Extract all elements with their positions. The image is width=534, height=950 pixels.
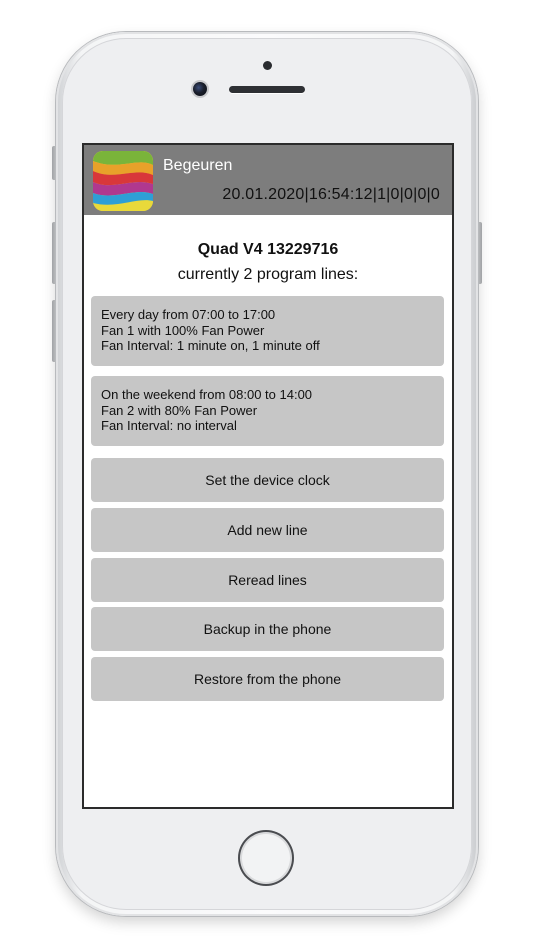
earpiece-speaker bbox=[229, 86, 305, 93]
program-count-text: currently 2 program lines: bbox=[177, 266, 359, 283]
set-device-clock-button[interactable]: Set the device clock bbox=[91, 458, 444, 502]
program-line-card[interactable]: Every day from 07:00 to 17:00 Fan 1 with… bbox=[91, 296, 444, 366]
program-interval: Fan Interval: no interval bbox=[101, 418, 237, 433]
colorful-wave-logo-icon bbox=[93, 151, 153, 211]
device-name: Quad V4 13229716 bbox=[197, 241, 339, 258]
program-schedule: Every day from 07:00 to 17:00 bbox=[101, 307, 276, 322]
app-header: Begeuren 20.01.2020|16:54:12|1|0|0|0|0 bbox=[84, 145, 452, 215]
proximity-sensor bbox=[263, 61, 272, 70]
add-new-line-button[interactable]: Add new line bbox=[91, 508, 444, 552]
program-fan: Fan 2 with 80% Fan Power bbox=[101, 402, 258, 418]
reread-lines-button[interactable]: Reread lines bbox=[91, 558, 444, 602]
program-schedule: On the weekend from 08:00 to 14:00 bbox=[101, 387, 313, 402]
home-button[interactable] bbox=[238, 830, 294, 886]
phone-mockup: Begeuren 20.01.2020|16:54:12|1|0|0|0|0 Q… bbox=[0, 0, 534, 950]
restore-from-phone-button[interactable]: Restore from the phone bbox=[91, 657, 444, 701]
program-line-card[interactable]: On the weekend from 08:00 to 14:00 Fan 2… bbox=[91, 376, 444, 446]
backup-in-phone-button[interactable]: Backup in the phone bbox=[91, 607, 444, 651]
device-status-line: 20.01.2020|16:54:12|1|0|0|0|0 bbox=[222, 186, 440, 203]
program-interval: Fan Interval: 1 minute on, 1 minute off bbox=[101, 338, 320, 353]
program-fan: Fan 1 with 100% Fan Power bbox=[101, 322, 265, 338]
app-title: Begeuren bbox=[163, 157, 233, 174]
front-camera-icon bbox=[193, 82, 207, 96]
app-screen: Begeuren 20.01.2020|16:54:12|1|0|0|0|0 Q… bbox=[82, 143, 454, 809]
